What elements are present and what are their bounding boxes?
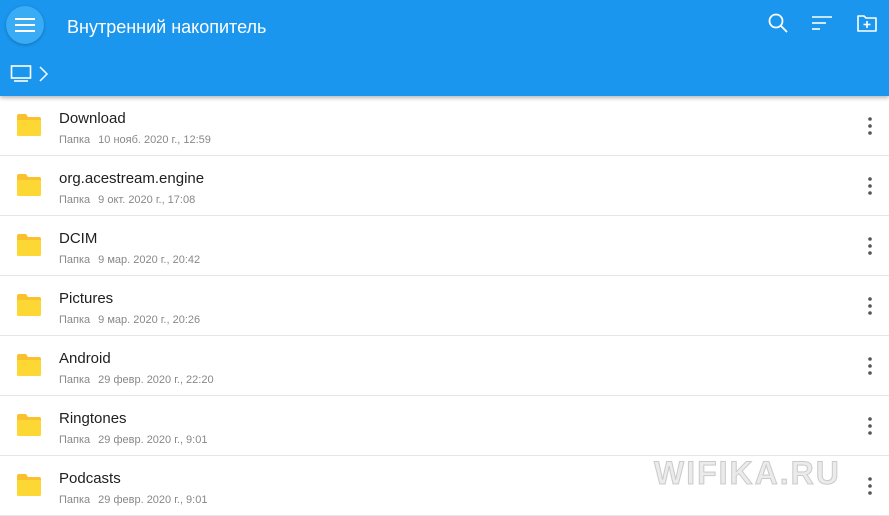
file-name: Android — [59, 350, 111, 367]
folder-icon — [17, 174, 41, 196]
list-item[interactable]: org.acestream.engine Папка 9 окт. 2020 г.… — [0, 156, 889, 216]
folder-icon — [17, 414, 41, 436]
watermark: WIFIKA.RU — [654, 452, 884, 494]
device-icon[interactable] — [10, 64, 34, 84]
list-item[interactable]: Pictures Папка 9 мар. 2020 г., 20:26 — [0, 276, 889, 336]
file-name: Pictures — [59, 290, 114, 307]
file-meta: Папка 29 февр. 2020 г., 22:20 — [59, 373, 214, 387]
file-date: 9 окт. 2020 г., 17:08 — [98, 194, 196, 206]
file-meta: Папка 29 февр. 2020 г., 9:01 — [59, 433, 207, 447]
chevron-right-icon — [39, 66, 49, 82]
file-meta: Папка 9 мар. 2020 г., 20:42 — [59, 253, 200, 267]
more-vert-icon[interactable] — [864, 416, 876, 436]
more-vert-icon[interactable] — [864, 236, 876, 256]
file-type: Папка — [59, 374, 91, 386]
watermark-text: WIFIKA.RU — [654, 454, 841, 491]
app-bar: Внутренний накопитель — [0, 0, 889, 96]
file-type: Папка — [59, 494, 91, 506]
more-vert-icon[interactable] — [864, 176, 876, 196]
file-date: 29 февр. 2020 г., 22:20 — [98, 374, 214, 386]
file-name: org.acestream.engine — [59, 170, 205, 187]
file-name: Download — [59, 110, 126, 127]
file-name: DCIM — [59, 230, 98, 247]
file-type: Папка — [59, 434, 91, 446]
folder-icon — [17, 114, 41, 136]
sort-icon[interactable] — [811, 12, 833, 34]
page-title: Внутренний накопитель — [67, 17, 267, 37]
new-folder-icon[interactable] — [856, 12, 878, 34]
search-icon[interactable] — [767, 12, 789, 34]
hamburger-icon — [15, 18, 35, 32]
file-meta: Папка 29 февр. 2020 г., 9:01 — [59, 493, 207, 507]
file-meta: Папка 10 нояб. 2020 г., 12:59 — [59, 133, 211, 147]
file-name: Ringtones — [59, 410, 127, 427]
list-item[interactable]: Android Папка 29 февр. 2020 г., 22:20 — [0, 336, 889, 396]
file-type: Папка — [59, 194, 91, 206]
more-vert-icon[interactable] — [864, 116, 876, 136]
file-type: Папка — [59, 134, 91, 146]
file-type: Папка — [59, 314, 91, 326]
file-name: Podcasts — [59, 470, 121, 487]
file-meta: Папка 9 окт. 2020 г., 17:08 — [59, 193, 195, 207]
more-vert-icon[interactable] — [864, 296, 876, 316]
file-type: Папка — [59, 254, 91, 266]
list-item[interactable]: Download Папка 10 нояб. 2020 г., 12:59 — [0, 96, 889, 156]
more-vert-icon[interactable] — [864, 356, 876, 376]
list-item[interactable]: DCIM Папка 9 мар. 2020 г., 20:42 — [0, 216, 889, 276]
folder-icon — [17, 234, 41, 256]
folder-icon — [17, 354, 41, 376]
list-item[interactable]: Ringtones Папка 29 февр. 2020 г., 9:01 — [0, 396, 889, 456]
file-meta: Папка 9 мар. 2020 г., 20:26 — [59, 313, 200, 327]
file-date: 29 февр. 2020 г., 9:01 — [98, 434, 208, 446]
file-date: 29 февр. 2020 г., 9:01 — [98, 494, 208, 506]
menu-button[interactable] — [6, 6, 44, 44]
file-date: 9 мар. 2020 г., 20:42 — [98, 254, 201, 266]
file-date: 9 мар. 2020 г., 20:26 — [98, 314, 201, 326]
folder-icon — [17, 474, 41, 496]
folder-icon — [17, 294, 41, 316]
file-date: 10 нояб. 2020 г., 12:59 — [98, 134, 211, 146]
